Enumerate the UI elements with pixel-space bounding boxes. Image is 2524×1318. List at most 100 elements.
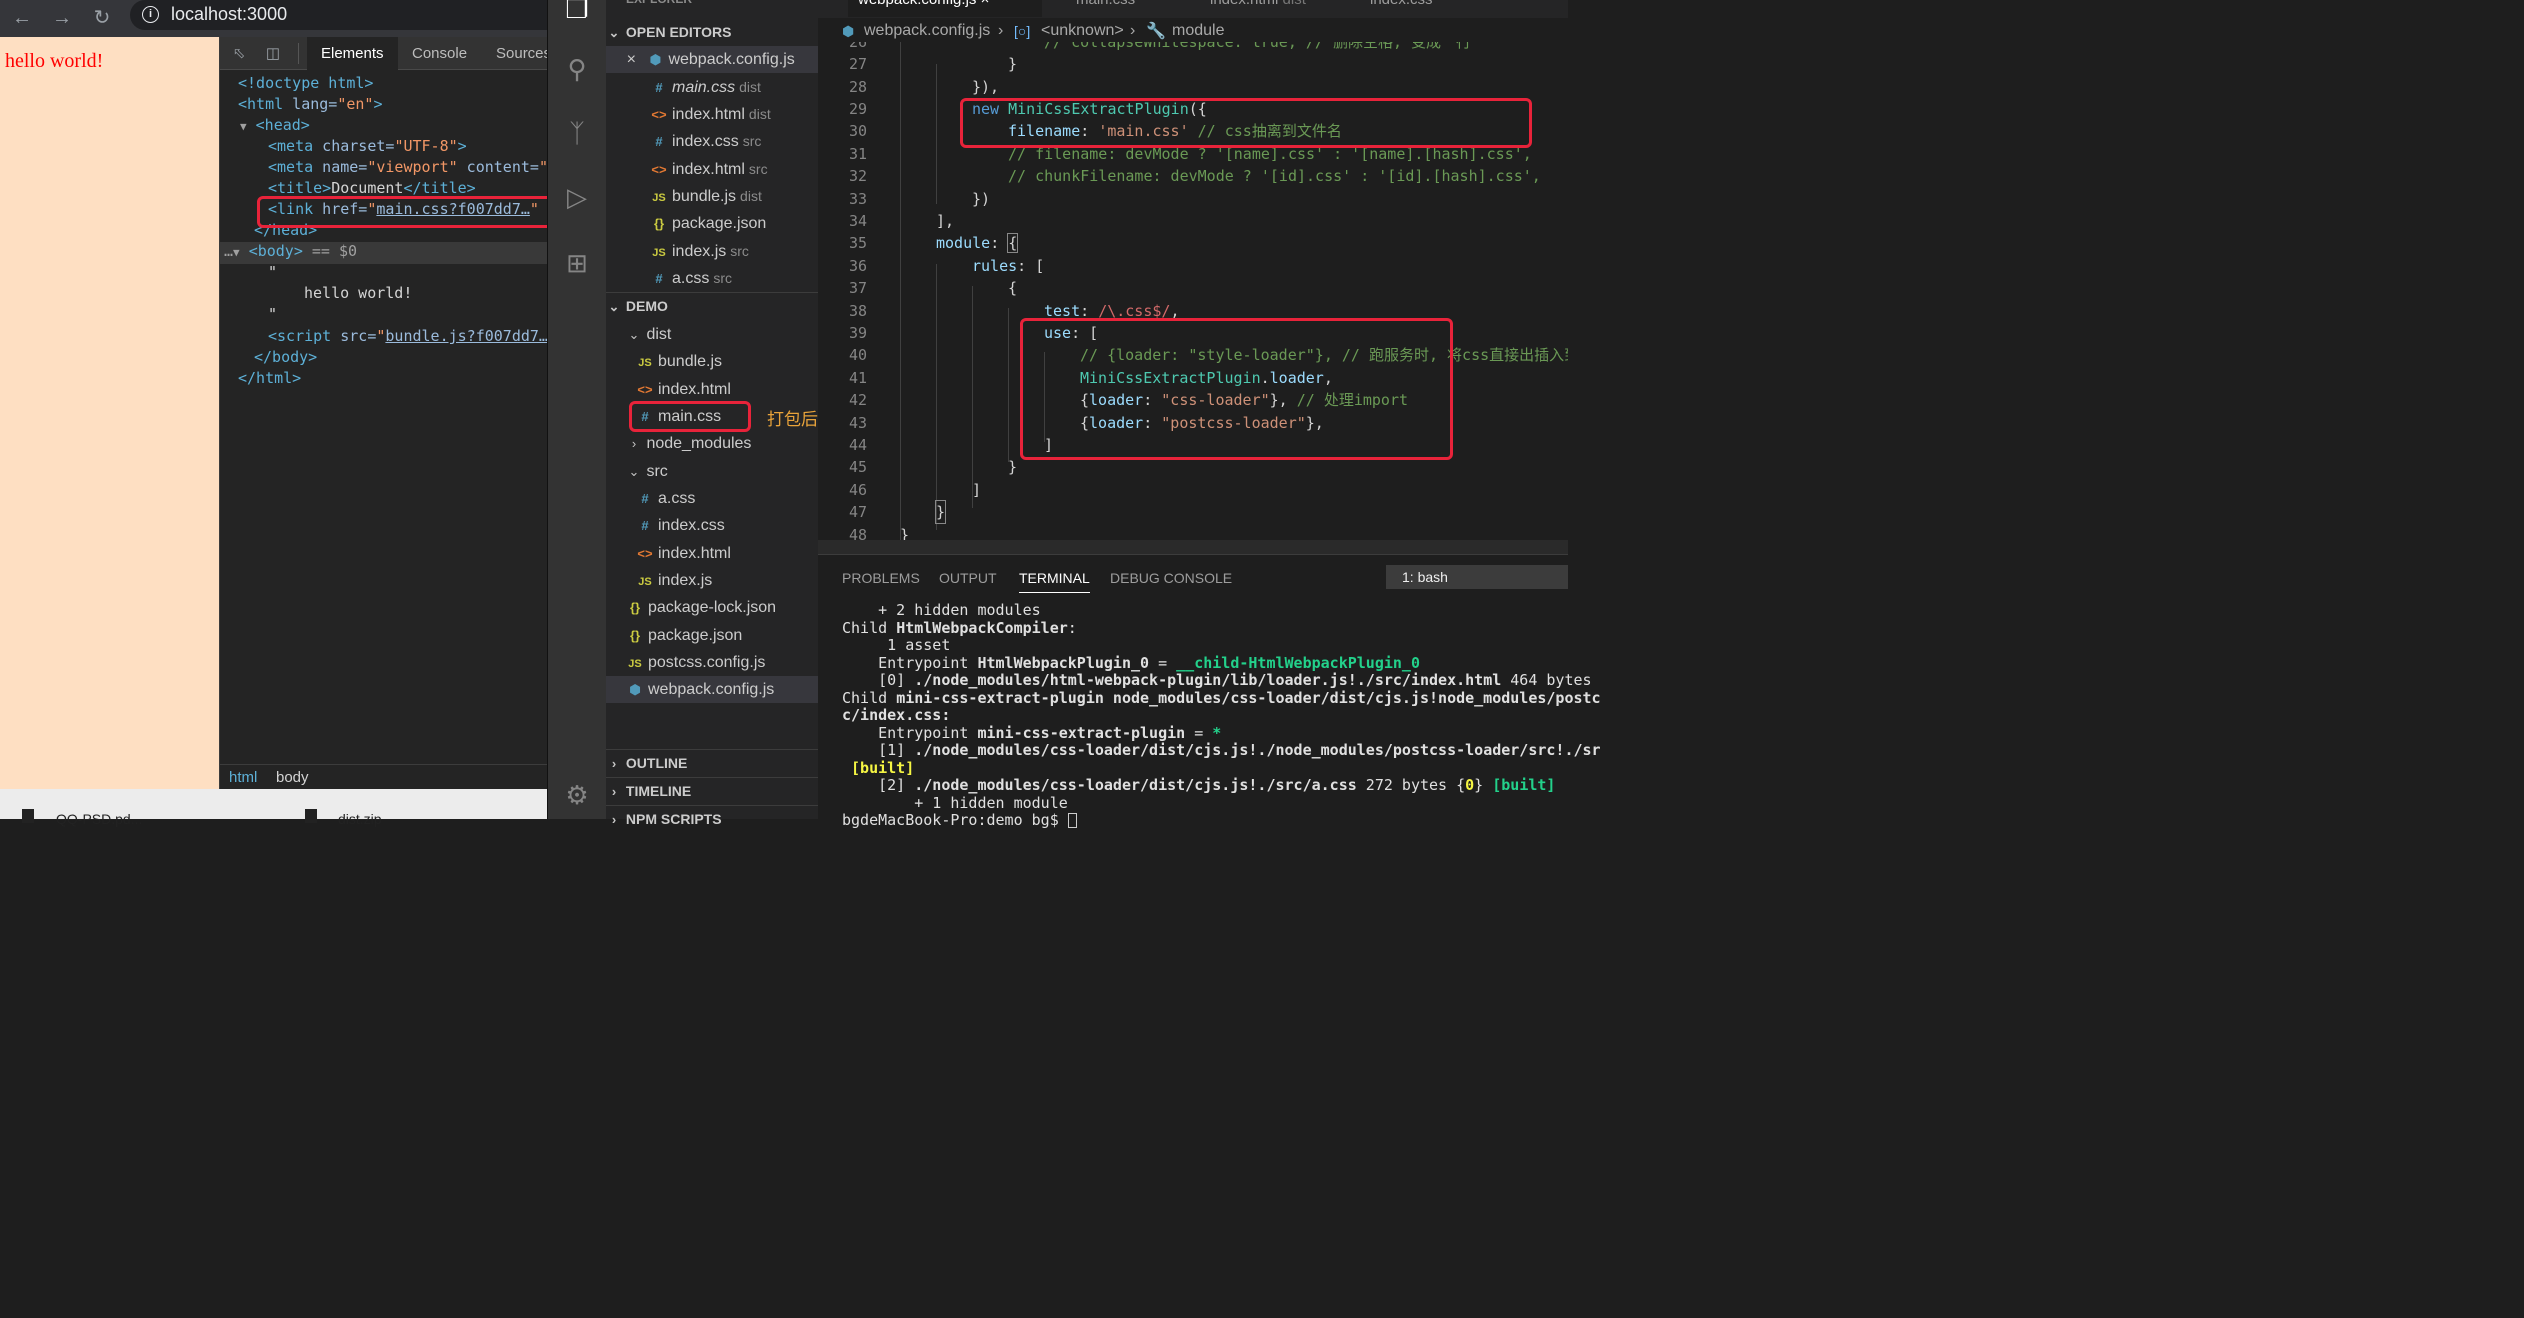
divider xyxy=(298,43,299,64)
file-item[interactable]: {} package.json xyxy=(606,622,818,649)
inspect-element-icon[interactable]: ⬁ xyxy=(228,43,250,65)
file-item[interactable]: JS bundle.js xyxy=(606,348,818,375)
open-editor-item[interactable]: # a.css src xyxy=(606,265,818,292)
code-line: 47} xyxy=(848,500,947,524)
devtools-panel: ⬁ ◫ Elements Console Sources <!doctype h… xyxy=(219,37,551,789)
open-editors-header[interactable]: ⌄ OPEN EDITORS xyxy=(606,19,818,46)
tab-console[interactable]: Console xyxy=(412,37,467,70)
npm-scripts-header[interactable]: › NPM SCRIPTS xyxy=(606,806,818,833)
file-item-active[interactable]: ⬢ webpack.config.js xyxy=(606,676,818,703)
terminal-select[interactable]: 1: bash xyxy=(1386,565,1568,589)
tab-debug-console[interactable]: DEBUG CONSOLE xyxy=(1110,570,1232,586)
open-editor-item[interactable]: JS bundle.js dist xyxy=(606,183,818,210)
code-line: 46] xyxy=(848,481,982,499)
dom-node-link[interactable]: <link href="main.css?f007dd7…" xyxy=(268,199,539,220)
file-item[interactable]: JS postcss.config.js xyxy=(606,649,818,676)
source-control-icon[interactable]: ᛉ xyxy=(562,118,592,148)
dom-node[interactable]: <title>Document</title> xyxy=(268,178,476,199)
js-file-icon: JS xyxy=(638,357,652,369)
folder-node-modules[interactable]: › node_modules xyxy=(606,430,818,457)
code-line: 43 {loader: "postcss-loader"}, xyxy=(848,414,1324,432)
open-editor-item[interactable]: × ⬢ webpack.config.js xyxy=(606,46,818,73)
css-file-icon: # xyxy=(641,491,649,506)
code-line: 40// {loader: "style-loader"}, // 跑服务时, … xyxy=(848,346,1568,364)
open-editor-item[interactable]: # index.css src xyxy=(606,128,818,155)
dom-text[interactable]: hello world! xyxy=(304,283,412,304)
tab-index-css[interactable]: index.css xyxy=(1348,0,1508,17)
terminal-line: Child HtmlWebpackCompiler: xyxy=(842,618,1077,637)
dom-node[interactable]: ▼ <head> xyxy=(240,115,310,136)
extensions-icon[interactable]: ⊞ xyxy=(562,248,592,278)
json-file-icon: {} xyxy=(629,600,641,615)
code-line: 45} xyxy=(848,458,1018,476)
crumb-html[interactable]: html xyxy=(229,769,257,786)
run-debug-icon[interactable]: ▷ xyxy=(562,182,592,212)
close-icon[interactable]: × xyxy=(606,46,636,73)
folder-dist[interactable]: ⌄ dist xyxy=(606,321,818,348)
chevron-right-icon: › xyxy=(1130,22,1136,39)
tab-main-css[interactable]: main.css xyxy=(1054,0,1178,17)
outline-header[interactable]: › OUTLINE xyxy=(606,750,818,777)
dom-node[interactable]: <meta name="viewport" content=" xyxy=(268,157,548,178)
tab-terminal[interactable]: TERMINAL xyxy=(1019,570,1090,593)
search-icon[interactable]: ⚲ xyxy=(562,54,592,84)
file-item[interactable]: <> index.html xyxy=(606,376,818,403)
crumb-body[interactable]: body xyxy=(276,769,309,786)
gear-icon[interactable]: ⚙ xyxy=(562,780,592,810)
code-area[interactable]: 26// collapseWhitespace: true, // 删除空格, … xyxy=(818,42,1568,554)
webpack-icon: ⬢ xyxy=(649,52,662,67)
dom-node[interactable]: <!doctype html> xyxy=(238,73,373,94)
dom-node-body[interactable]: …▼ <body> == $0 xyxy=(224,241,357,262)
forward-arrow-icon[interactable]: → xyxy=(48,4,76,32)
explorer-icon[interactable]: ❐ xyxy=(562,0,592,24)
address-bar[interactable]: i localhost:3000 xyxy=(130,0,547,30)
file-item[interactable]: {} package-lock.json xyxy=(606,594,818,621)
tab-sources[interactable]: Sources xyxy=(496,37,551,70)
code-line: 36 rules: [ xyxy=(848,257,1045,275)
dom-node[interactable]: <html lang="en"> xyxy=(238,94,383,115)
open-editor-item[interactable]: JS index.js src xyxy=(606,238,818,265)
dom-text[interactable]: " xyxy=(268,304,277,325)
timeline-header[interactable]: › TIMELINE xyxy=(606,778,818,805)
info-icon[interactable]: i xyxy=(142,6,159,23)
dom-text[interactable]: " xyxy=(268,262,277,283)
open-editor-item[interactable]: {} package.json xyxy=(606,210,818,237)
breadcrumb-item[interactable]: module xyxy=(1172,22,1224,40)
open-editor-item[interactable]: <> index.html src xyxy=(606,156,818,183)
breadcrumb-item[interactable]: webpack.config.js xyxy=(864,22,990,40)
tab-elements[interactable]: Elements xyxy=(307,37,398,70)
demo-folder-header[interactable]: ⌄ DEMO xyxy=(606,293,818,320)
file-item[interactable]: # index.css xyxy=(606,512,818,539)
dom-node[interactable]: <script src="bundle.js?f007dd7… xyxy=(268,326,548,347)
file-item[interactable]: JS index.js xyxy=(606,567,818,594)
expand-triangle-icon[interactable]: ▼ xyxy=(240,120,247,133)
breadcrumb-item[interactable]: <unknown> xyxy=(1041,22,1124,40)
file-item[interactable]: <> index.html xyxy=(606,540,818,567)
annotation-label: 打包后 xyxy=(767,410,818,429)
horizontal-scrollbar[interactable] xyxy=(818,540,1568,554)
taskbar-item[interactable]: QQ-PSD.pd... xyxy=(56,811,142,827)
webpack-icon: ⬢ xyxy=(629,682,641,697)
back-arrow-icon[interactable]: ← xyxy=(8,4,36,32)
code-line: 34], xyxy=(848,212,955,230)
html-file-icon: <> xyxy=(637,382,653,397)
terminal-line: + 1 hidden module xyxy=(842,793,1068,812)
dom-node[interactable]: <meta charset="UTF-8"> xyxy=(268,136,467,157)
json-file-icon: {} xyxy=(653,216,665,231)
open-editor-item[interactable]: <> index.html dist xyxy=(606,101,818,128)
expand-triangle-icon[interactable]: ▼ xyxy=(233,246,240,259)
dom-node[interactable]: </body> xyxy=(254,347,317,368)
tab-problems[interactable]: PROBLEMS xyxy=(842,570,920,586)
device-toolbar-icon[interactable]: ◫ xyxy=(262,43,284,65)
reload-icon[interactable]: ↻ xyxy=(88,4,116,32)
folder-src[interactable]: ⌄ src xyxy=(606,458,818,485)
taskbar-item[interactable]: dist.zip xyxy=(338,811,382,827)
file-item[interactable]: # a.css xyxy=(606,485,818,512)
tab-output[interactable]: OUTPUT xyxy=(939,570,997,586)
dom-node[interactable]: </head> xyxy=(254,220,317,241)
taskbar: QQ-PSD.pd... dist.zip xyxy=(0,789,547,827)
tab-index-html[interactable]: index.html dist xyxy=(1188,0,1338,17)
dom-node[interactable]: </html> xyxy=(238,368,301,389)
open-editor-item[interactable]: # main.css dist xyxy=(606,74,818,101)
tab-webpack-config[interactable]: webpack.config.js × xyxy=(848,0,1042,17)
